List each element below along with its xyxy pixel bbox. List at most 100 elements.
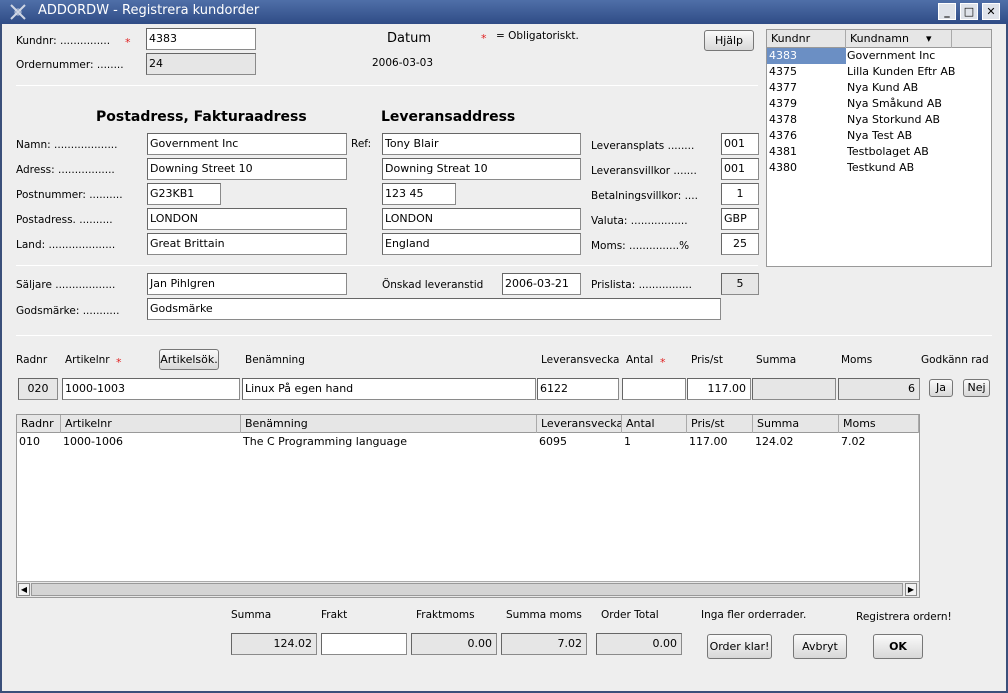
ja-button[interactable]: Ja (929, 379, 953, 397)
customer-list-row[interactable]: 4379 Nya Småkund AB (767, 96, 991, 112)
customer-list-header: Kundnr Kundnamn ▾ (767, 30, 991, 48)
entry-moms-label: Moms (841, 354, 873, 366)
col-antal[interactable]: Antal (622, 415, 687, 433)
billing-land-input[interactable]: Great Brittain (147, 233, 347, 255)
scroll-right-icon[interactable]: ▶ (905, 583, 917, 596)
leveransplats-input[interactable]: 001 (721, 133, 759, 155)
kundnr-label: Kundnr: ............... (16, 35, 111, 47)
cell-leveransvecka: 6095 (539, 435, 567, 448)
entry-benamning-label: Benämning (245, 354, 305, 366)
godsmarke-input[interactable]: Godsmärke (147, 298, 721, 320)
customer-list-row[interactable]: 4383 Government Inc (767, 48, 991, 64)
totals-summa-field: 124.02 (231, 633, 317, 655)
customer-nr: 4375 (769, 65, 797, 78)
col-radnr[interactable]: Radnr (17, 415, 61, 433)
inga-fler-label: Inga fler orderrader. (701, 609, 807, 621)
col-kundnamn[interactable]: Kundnamn ▾ (846, 30, 952, 48)
totals-fraktmoms-label: Fraktmoms (416, 609, 475, 621)
col-artikelnr[interactable]: Artikelnr (61, 415, 241, 433)
help-button[interactable]: Hjälp (704, 30, 754, 51)
order-rows-header: Radnr Artikelnr Benämning Leveransvecka Anta… (17, 415, 919, 433)
cell-artikelnr: 1000-1006 (63, 435, 123, 448)
entry-benamning-input[interactable]: Linux På egen hand (242, 378, 536, 400)
customer-name: Testbolaget AB (847, 145, 929, 158)
cell-moms: 7.02 (841, 435, 866, 448)
col-pris[interactable]: Pris/st (687, 415, 753, 433)
required-marker: * (481, 32, 487, 45)
scrollbar-thumb[interactable] (31, 583, 903, 596)
divider (16, 335, 992, 336)
delivery-postadress-input[interactable]: LONDON (382, 208, 581, 230)
maximize-icon[interactable]: □ (960, 3, 978, 20)
entry-pris-label: Pris/st (691, 354, 723, 366)
divider (16, 85, 758, 86)
billing-adress-input[interactable]: Downing Street 10 (147, 158, 347, 180)
totals-frakt-input[interactable] (321, 633, 407, 655)
scroll-left-icon[interactable]: ◀ (18, 583, 30, 596)
customer-list-row[interactable]: 4380 Testkund AB (767, 160, 991, 176)
order-klar-button[interactable]: Order klar! (707, 634, 772, 659)
order-rows-table[interactable]: Radnr Artikelnr Benämning Leveransvecka Anta… (16, 414, 920, 598)
customer-list-row[interactable]: 4378 Nya Storkund AB (767, 112, 991, 128)
billing-postadress-input[interactable]: LONDON (147, 208, 347, 230)
col-summa[interactable]: Summa (753, 415, 839, 433)
nej-button[interactable]: Nej (963, 379, 990, 397)
customer-nr: 4378 (769, 113, 797, 126)
col-kundnamn-label: Kundnamn (850, 32, 909, 45)
avbryt-button[interactable]: Avbryt (793, 634, 847, 659)
col-leveransvecka[interactable]: Leveransvecka (537, 415, 622, 433)
required-marker: * (125, 36, 131, 49)
customer-name: Nya Småkund AB (847, 97, 942, 110)
adress-label: Adress: ................. (16, 164, 115, 176)
delivery-land-input[interactable]: England (382, 233, 581, 255)
leveransvillkor-input[interactable]: 001 (721, 158, 759, 180)
ordernr-field: 24 (146, 53, 256, 75)
required-marker: * (660, 356, 666, 369)
customer-nr: 4376 (769, 129, 797, 142)
saljare-input[interactable]: Jan Pihlgren (147, 273, 347, 295)
delivery-ref-input[interactable]: Tony Blair (382, 133, 581, 155)
customer-list-row[interactable]: 4376 Nya Test AB (767, 128, 991, 144)
ok-button[interactable]: OK (873, 634, 923, 659)
billing-namn-input[interactable]: Government Inc (147, 133, 347, 155)
table-row[interactable]: 010 1000-1006 The C Programming language 60… (17, 434, 919, 450)
customer-list-row[interactable]: 4381 Testbolaget AB (767, 144, 991, 160)
onskad-leveranstid-input[interactable]: 2006-03-21 (502, 273, 581, 295)
horizontal-scrollbar[interactable]: ◀ ▶ (17, 581, 919, 597)
kundnr-input[interactable]: 4383 (146, 28, 256, 50)
col-benamning[interactable]: Benämning (241, 415, 537, 433)
cell-antal: 1 (624, 435, 631, 448)
cell-pris: 117.00 (689, 435, 728, 448)
moms-input[interactable]: 25 (721, 233, 759, 255)
required-note: = Obligatoriskt. (496, 30, 579, 42)
entry-artikelnr-input[interactable]: 1000-1003 (62, 378, 240, 400)
valuta-input[interactable]: GBP (721, 208, 759, 230)
delivery-postnr-input[interactable]: 123 45 (382, 183, 456, 205)
customer-list[interactable]: Kundnr Kundnamn ▾ 4383 Government Inc 4375 L… (766, 29, 992, 267)
close-icon[interactable]: ✕ (982, 3, 1000, 20)
app-icon[interactable] (8, 3, 28, 21)
customer-name: Government Inc (847, 49, 936, 62)
artikelsok-button[interactable]: Artikelsök. (159, 349, 219, 370)
title-bar: ADDORDW - Registrera kundorder _ □ ✕ (0, 0, 1008, 24)
customer-nr: 4379 (769, 97, 797, 110)
entry-moms-field: 6 (838, 378, 920, 400)
cell-summa: 124.02 (755, 435, 794, 448)
customer-name: Nya Storkund AB (847, 113, 941, 126)
col-moms[interactable]: Moms (839, 415, 919, 433)
delivery-adress-input[interactable]: Downing Streat 10 (382, 158, 581, 180)
customer-name: Nya Kund AB (847, 81, 919, 94)
billing-postnr-input[interactable]: G23KB1 (147, 183, 221, 205)
customer-list-row[interactable]: 4375 Lilla Kunden Eftr AB (767, 64, 991, 80)
customer-name: Lilla Kunden Eftr AB (847, 65, 956, 78)
order-rows-body: 010 1000-1006 The C Programming language 60… (17, 434, 919, 579)
entry-leveransvecka-input[interactable]: 6122 (537, 378, 619, 400)
entry-pris-input[interactable]: 117.00 (687, 378, 751, 400)
customer-list-row[interactable]: 4377 Nya Kund AB (767, 80, 991, 96)
moms-label: Moms: ...............% (591, 240, 690, 252)
betalningsvillkor-input[interactable]: 1 (721, 183, 759, 205)
col-kundnr[interactable]: Kundnr (767, 30, 846, 48)
delivery-heading: Leveransaddress (381, 109, 516, 125)
entry-antal-input[interactable] (622, 378, 686, 400)
minimize-icon[interactable]: _ (938, 3, 956, 20)
